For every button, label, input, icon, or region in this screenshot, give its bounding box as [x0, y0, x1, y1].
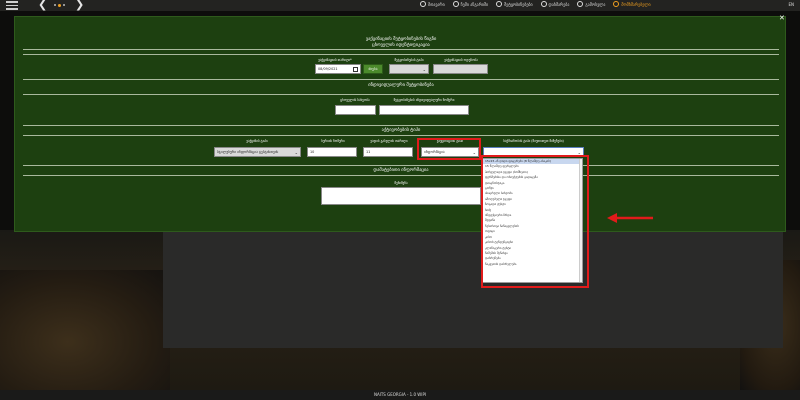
divider — [23, 54, 779, 55]
language-switch[interactable]: EN — [788, 2, 794, 7]
date-label: ვაქცინაციის თარიღი* — [318, 58, 352, 62]
vaccine-type-label: ვაქცინის ტიპი — [246, 139, 268, 143]
chevron-left-icon[interactable]: ❮ — [38, 0, 47, 11]
user-icon — [613, 1, 620, 7]
top-menu-item[interactable]: შეტყობინებები — [496, 1, 533, 7]
section-activity-title: აქტივობების ტიპი — [381, 128, 421, 133]
content-panel — [163, 232, 783, 348]
top-menu-item[interactable]: მთავარი — [420, 1, 445, 7]
modal-title: ვაქცინაციის შეტყობინების წიგნი — [365, 37, 437, 42]
section-note-title: დამატებითი ინფორმაცია — [373, 168, 429, 173]
note-textarea[interactable] — [321, 187, 481, 205]
chevron-down-icon: ⌄ — [422, 67, 426, 72]
count-label: ვაქცინაციის ოდენობა — [444, 58, 478, 62]
top-menu-item[interactable]: გამოსვლა — [577, 1, 605, 7]
top-menu: მთავარი ჩემი ანგარიში შეტყობინებები დახმ… — [420, 1, 651, 7]
section-place-title: ინდივიდუალური შეტყობინება — [368, 83, 434, 88]
background-hill-left — [0, 270, 170, 390]
logout-icon — [577, 1, 584, 7]
note-label: შენიშვნა — [394, 181, 408, 185]
series-label: სერიის ნომერი — [321, 139, 345, 143]
top-menu-item[interactable]: ჩემი ანგარიში — [452, 1, 488, 7]
id-label: შეტყობინების ინდივიდუალური ნომერი — [393, 98, 455, 102]
divider — [23, 165, 779, 166]
species-input[interactable] — [335, 105, 376, 115]
divider — [23, 135, 779, 136]
footer: NAITS GEORGIA - 1.0 WIPI — [0, 390, 800, 400]
vaccine-type-select[interactable]: სტილუსური ინფორმაცია ტესტისთვის ⌄ — [214, 147, 301, 157]
type-label: შეტყობინების ტიპი — [394, 58, 424, 62]
species-label: ცხოველის სახეობა — [340, 98, 370, 102]
top-bar: ❮ ❯ მთავარი ჩემი ანგარიში შეტყობინებები … — [0, 0, 800, 11]
top-menu-item[interactable]: დახმარება — [540, 1, 569, 7]
section-owner-title: ცხოველის იდენტიფიკაცია — [372, 43, 430, 48]
search-button[interactable]: ძიება — [363, 64, 383, 74]
close-icon[interactable]: ✕ — [779, 14, 785, 22]
annotation-arrow-icon — [607, 213, 653, 223]
activity-type-label: საქმიანობის ტიპი (მიუთითეთ მიზეზები) — [503, 139, 564, 143]
divider — [23, 125, 779, 126]
divider — [23, 94, 779, 95]
bell-icon — [496, 1, 503, 7]
series-input[interactable]: 10 — [307, 147, 357, 157]
count-input[interactable] — [433, 64, 488, 74]
top-menu-user[interactable]: მომხმარებელი — [613, 1, 651, 7]
vaccination-modal: ვაქცინაციის შეტყობინების წიგნი ცხოველის … — [14, 16, 786, 232]
highlight-box-vaccination-type — [417, 138, 481, 160]
home-icon — [420, 1, 426, 7]
expiry-input[interactable]: 11 — [363, 147, 413, 157]
chevron-right-icon[interactable]: ❯ — [75, 0, 84, 11]
date-input[interactable]: 08/09/2021 — [315, 64, 361, 74]
expiry-label: ვადის გასვლის თარიღი — [370, 139, 408, 143]
chevron-down-icon: ⌄ — [294, 150, 298, 155]
help-icon — [540, 1, 547, 7]
carousel-dots — [54, 3, 65, 7]
account-icon — [452, 1, 459, 7]
highlight-box-dropdown — [481, 155, 589, 288]
divider — [23, 175, 779, 176]
divider — [23, 79, 779, 80]
menu-icon[interactable] — [6, 1, 18, 10]
id-input[interactable] — [379, 105, 469, 115]
calendar-icon[interactable] — [353, 67, 358, 72]
type-select[interactable]: ⌄ — [389, 64, 429, 74]
divider — [23, 49, 779, 50]
